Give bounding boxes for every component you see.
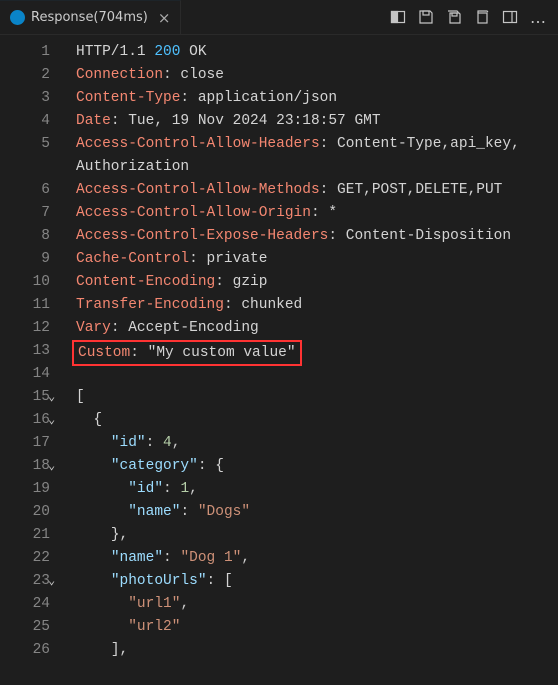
tab-response[interactable]: Response(704ms) × [0, 0, 181, 34]
fold-icon[interactable]: ⌄ [48, 455, 66, 478]
close-icon[interactable]: × [158, 9, 171, 27]
fold-icon[interactable]: ⌄ [48, 570, 66, 593]
editor[interactable]: 1 2 3 4 5 6 7 8 9 10 11 12 13 14 15⌄ 16⌄… [0, 35, 558, 662]
fold-icon[interactable]: ⌄ [48, 386, 66, 409]
tab-bar: Response(704ms) × … [0, 0, 558, 35]
gutter: 1 2 3 4 5 6 7 8 9 10 11 12 13 14 15⌄ 16⌄… [0, 41, 56, 662]
copy-icon[interactable] [474, 9, 490, 25]
split-icon[interactable] [390, 9, 406, 25]
save-all-icon[interactable] [446, 9, 462, 25]
code-content: HTTP/1.1 200 OK Connection: close Conten… [56, 41, 558, 662]
fold-icon[interactable]: ⌄ [48, 409, 66, 432]
more-icon[interactable]: … [530, 8, 548, 27]
highlight-box: Custom: "My custom value" [72, 340, 302, 366]
tab-title: Response(704ms) [31, 10, 148, 25]
response-icon [10, 10, 25, 25]
layout-icon[interactable] [502, 9, 518, 25]
save-icon[interactable] [418, 9, 434, 25]
editor-actions: … [380, 0, 558, 34]
